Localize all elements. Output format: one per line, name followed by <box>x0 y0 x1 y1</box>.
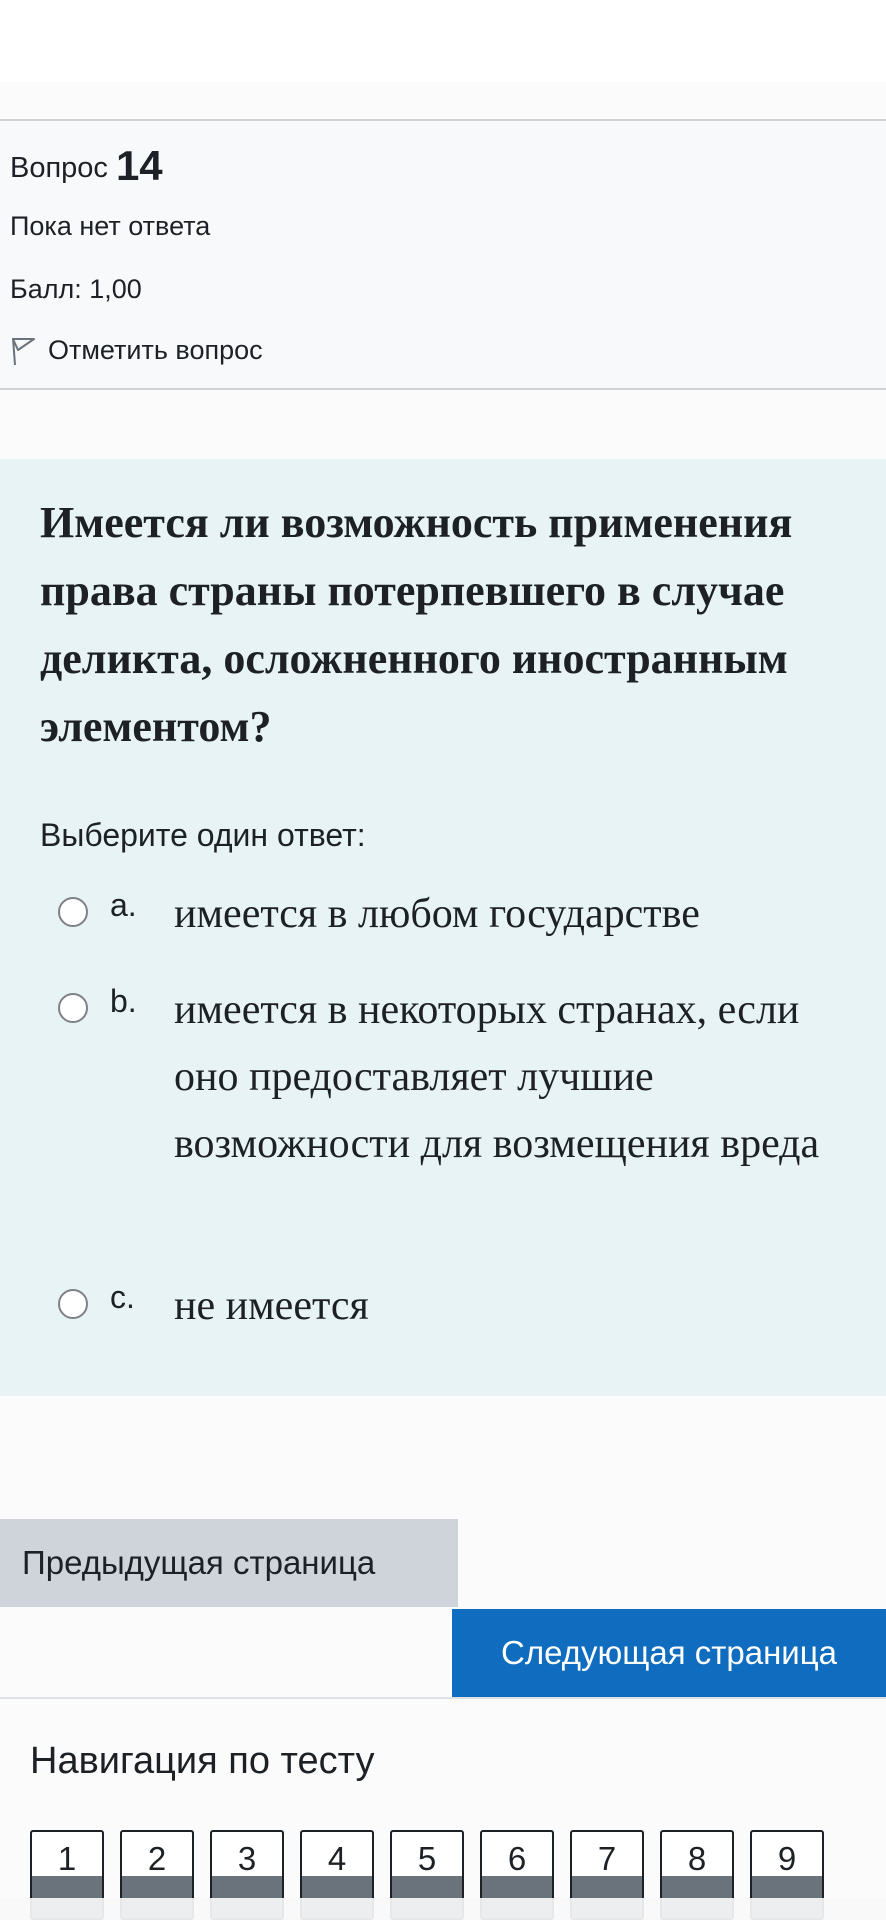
flag-question-link[interactable]: Отметить вопрос <box>10 335 263 366</box>
quiz-page: Вопрос 14 Пока нет ответа Балл: 1,00 Отме… <box>0 0 886 1920</box>
answer-prompt: Выберите один ответ: <box>40 817 366 853</box>
nav-page-number: 6 <box>507 1840 527 1877</box>
answer-letter: a. <box>110 887 137 923</box>
divider <box>0 1697 886 1699</box>
answer-option-a[interactable]: a. имеется в любом государстве <box>58 881 834 949</box>
answer-text: не имеется <box>174 1283 369 1329</box>
nav-page-number: 3 <box>237 1840 257 1877</box>
nav-page-number: 4 <box>327 1840 347 1877</box>
nav-page-number: 2 <box>147 1840 167 1877</box>
radio-button-icon[interactable] <box>58 993 88 1023</box>
question-number: Вопрос 14 <box>10 139 163 189</box>
flag-icon <box>12 337 35 365</box>
nav-page-number: 7 <box>597 1840 617 1877</box>
answer-option-b[interactable]: b. имеется в некоторых странах, если оно… <box>58 977 834 1178</box>
nav-page-number: 1 <box>57 1840 77 1877</box>
answer-text: имеется в некоторых странах, если оно пр… <box>174 987 820 1167</box>
nav-page-number: 9 <box>777 1840 797 1877</box>
answer-letter: b. <box>110 983 137 1019</box>
answer-option-c[interactable]: c. не имеется <box>58 1273 834 1341</box>
radio-button-icon[interactable] <box>58 897 88 927</box>
question-state: Пока нет ответа <box>10 211 211 241</box>
question-text: Имеется ли возможность применения права … <box>40 498 793 751</box>
top-bar <box>0 0 886 82</box>
next-page-button[interactable]: Следующая страница <box>452 1609 886 1697</box>
question-grade: Балл: 1,00 <box>10 274 142 304</box>
question-info-panel: Вопрос 14 Пока нет ответа Балл: 1,00 Отме… <box>0 119 886 390</box>
nav-page-number: 5 <box>417 1840 437 1877</box>
radio-button-icon[interactable] <box>58 1289 88 1319</box>
question-label: Вопрос <box>10 152 108 184</box>
bottom-overlay <box>0 1898 886 1920</box>
answer-letter: c. <box>110 1279 135 1315</box>
question-number-value: 14 <box>115 142 163 189</box>
question-formulation: Имеется ли возможность применения права … <box>0 459 886 1396</box>
nav-page-number: 8 <box>687 1840 707 1877</box>
previous-page-button[interactable]: Предыдущая страница <box>0 1519 458 1607</box>
answer-text: имеется в любом государстве <box>174 891 700 937</box>
flag-question-label: Отметить вопрос <box>48 335 263 365</box>
quiz-navigation-title: Навигация по тесту <box>30 1740 375 1782</box>
